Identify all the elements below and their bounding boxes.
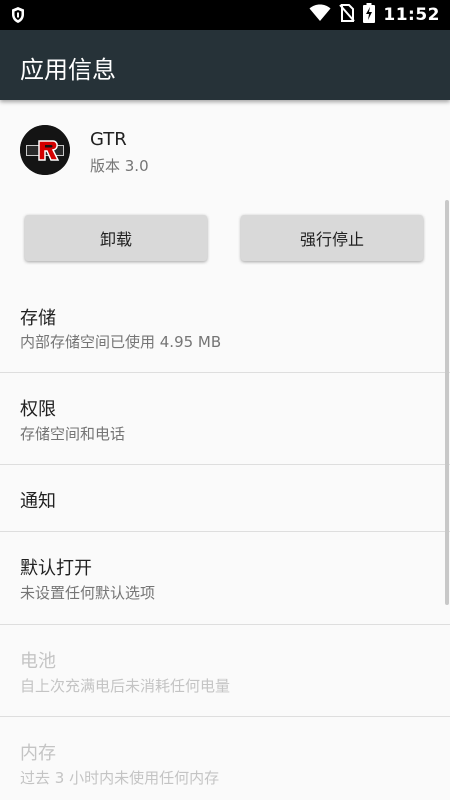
storage-summary: 内部存储空间已使用 4.95 MB	[20, 333, 222, 351]
storage-title: 存储	[20, 308, 56, 329]
memory-summary: 过去 3 小时内未使用任何内存	[20, 769, 220, 787]
clock: 11:52	[383, 5, 440, 25]
force-stop-button[interactable]: 强行停止	[241, 215, 423, 261]
notifications-item[interactable]: 通知	[0, 465, 450, 531]
notifications-title: 通知	[20, 491, 56, 512]
app-header: GTR 版本 3.0	[0, 100, 450, 195]
scrollbar[interactable]	[445, 200, 449, 605]
battery-summary: 自上次充满电后未消耗任何电量	[20, 677, 231, 695]
permissions-summary: 存储空间和电话	[20, 425, 126, 443]
open-by-default-item[interactable]: 默认打开 未设置任何默认选项	[0, 532, 450, 624]
status-bar: 11:52	[0, 0, 450, 30]
app-info-content: GTR 版本 3.0 卸载 强行停止 存储 内部存储空间已使用 4.95 MB …	[0, 100, 450, 800]
battery-charging-icon	[363, 3, 376, 27]
memory-title: 内存	[20, 743, 56, 764]
storage-item[interactable]: 存储 内部存储空间已使用 4.95 MB	[0, 280, 450, 372]
shield-notification-icon	[10, 6, 26, 28]
memory-item: 内存 过去 3 小时内未使用任何内存	[0, 717, 450, 800]
open-by-default-summary: 未设置任何默认选项	[20, 584, 156, 602]
page-title: 应用信息	[20, 56, 116, 84]
permissions-title: 权限	[20, 399, 56, 420]
uninstall-button[interactable]: 卸载	[25, 215, 207, 261]
app-name: GTR	[90, 129, 127, 150]
open-by-default-title: 默认打开	[20, 558, 92, 579]
gtr-app-icon	[20, 125, 70, 175]
wifi-icon	[309, 4, 331, 26]
app-version: 版本 3.0	[90, 157, 149, 175]
permissions-item[interactable]: 权限 存储空间和电话	[0, 373, 450, 464]
battery-item: 电池 自上次充满电后未消耗任何电量	[0, 625, 450, 716]
battery-title: 电池	[20, 651, 56, 672]
no-sim-icon	[339, 4, 356, 26]
app-bar: 应用信息	[0, 30, 450, 100]
